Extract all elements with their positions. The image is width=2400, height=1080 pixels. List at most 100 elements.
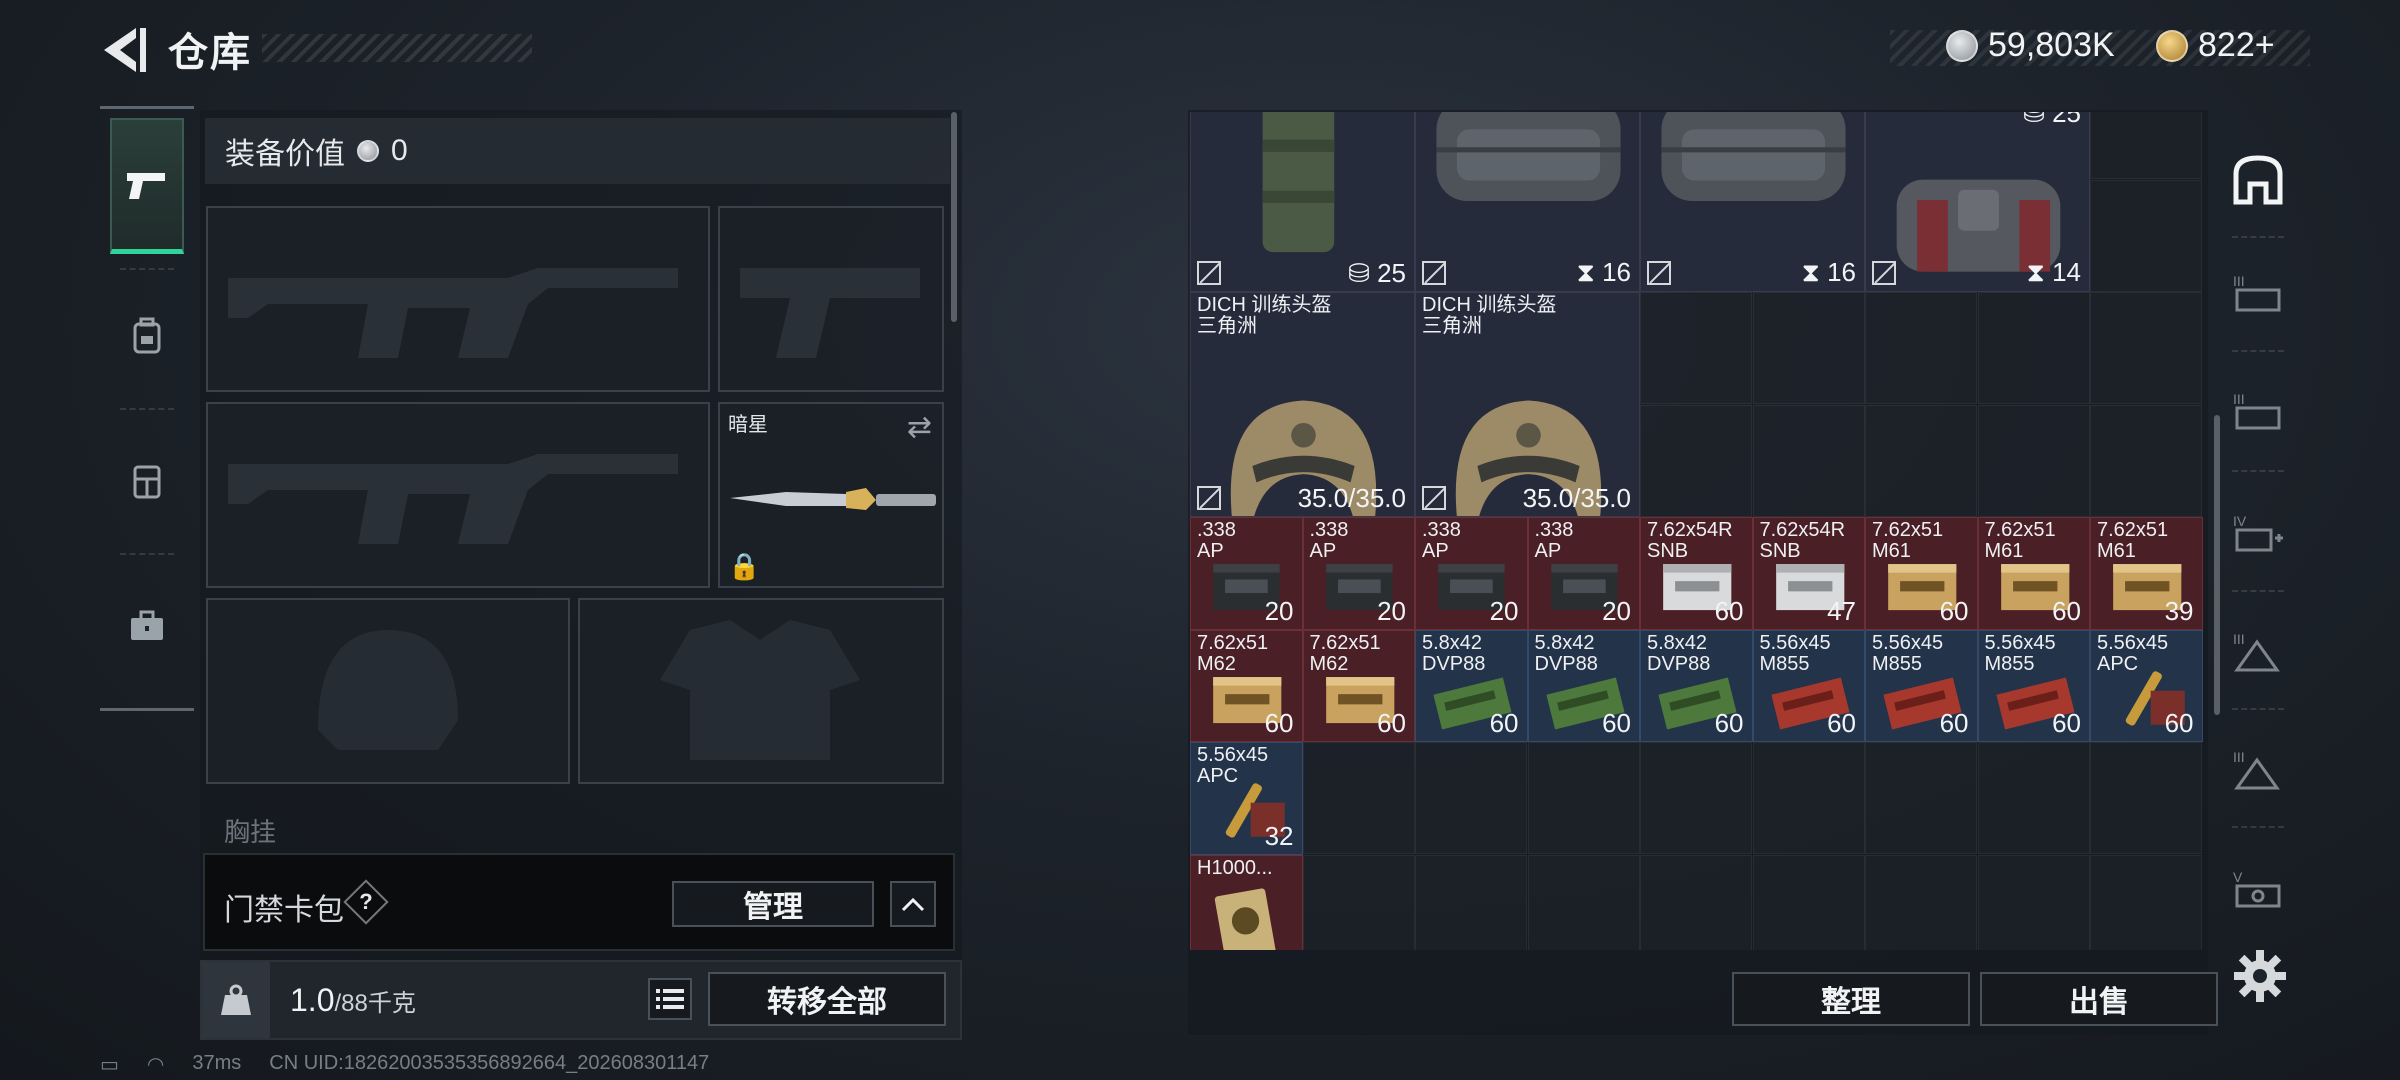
stash-cell[interactable] bbox=[2090, 742, 2202, 854]
ammo-item[interactable]: .338 AP 20 bbox=[1527, 517, 1640, 630]
tab-stash-3b[interactable]: III bbox=[2228, 380, 2288, 440]
ammo-item[interactable]: 7.62x51 M62 60 bbox=[1190, 629, 1303, 742]
tab-stash-3d[interactable]: III bbox=[2228, 738, 2288, 798]
stash-cell[interactable] bbox=[1302, 742, 1415, 854]
sell-button[interactable]: 出售 bbox=[1980, 972, 2218, 1026]
item-name: 7.62x54R SNB bbox=[1759, 519, 1846, 562]
tab-stash-3a[interactable]: III bbox=[2228, 262, 2288, 322]
keycard-item[interactable]: H1000... bbox=[1190, 854, 1303, 950]
weight-current: 1.0 bbox=[290, 982, 335, 1018]
stash-cell[interactable] bbox=[1752, 742, 1865, 854]
back-button[interactable] bbox=[96, 22, 152, 78]
svg-text:III: III bbox=[2233, 749, 2245, 765]
silver-coin-icon bbox=[357, 140, 379, 162]
gear-item[interactable]: 强袭战术背心 阿萨拉⧗ 14 bbox=[1865, 112, 2090, 292]
stash-cell[interactable] bbox=[1640, 292, 1752, 404]
sidearm-slot[interactable] bbox=[718, 206, 944, 392]
ammo-item[interactable]: .338 AP 20 bbox=[1190, 517, 1303, 630]
list-view-button[interactable] bbox=[648, 978, 692, 1020]
tab-stash-4[interactable]: IV bbox=[2228, 502, 2288, 562]
helmet-slot[interactable] bbox=[206, 598, 570, 784]
item-quantity: 35.0/35.0 bbox=[1522, 483, 1631, 513]
item-quantity: 60 bbox=[1827, 708, 1856, 738]
item-quantity: ⧗ 16 bbox=[1576, 257, 1631, 287]
tab-stash-main[interactable] bbox=[2228, 150, 2288, 210]
ammo-item[interactable]: 5.56x45 M855 60 bbox=[1977, 629, 2090, 742]
swap-icon[interactable]: ⇄ bbox=[907, 410, 932, 445]
ammo-item[interactable]: 7.62x54R SNB 47 bbox=[1752, 517, 1865, 630]
ammo-item[interactable]: 7.62x51 M62 60 bbox=[1302, 629, 1415, 742]
stash-cell[interactable] bbox=[1977, 742, 2090, 854]
ammo-item[interactable]: .338 AP 20 bbox=[1415, 517, 1528, 630]
stash-cell[interactable] bbox=[1752, 404, 1865, 517]
tab-weapons[interactable] bbox=[110, 118, 184, 254]
sort-button[interactable]: 整理 bbox=[1732, 972, 1970, 1026]
transfer-all-button[interactable]: 转移全部 bbox=[708, 972, 946, 1026]
collapse-button[interactable] bbox=[890, 881, 936, 927]
tab-stash-3c[interactable]: III bbox=[2228, 620, 2288, 680]
gear-item[interactable]: ⧗ 16 bbox=[1415, 112, 1640, 292]
stash-cell[interactable] bbox=[1752, 292, 1865, 404]
gear-item[interactable]: ⧗ 16 bbox=[1640, 112, 1865, 292]
stash-cell[interactable] bbox=[1977, 854, 2090, 950]
stash-cell[interactable] bbox=[2090, 292, 2202, 404]
stash-cell[interactable] bbox=[1640, 742, 1752, 854]
ammo-item[interactable]: 5.8x42 DVP88 60 bbox=[1415, 629, 1528, 742]
stash-cell[interactable] bbox=[2090, 854, 2202, 950]
melee-slot[interactable]: 暗星 ⇄ 🔒 bbox=[718, 402, 944, 588]
stash-cell[interactable] bbox=[1640, 404, 1752, 517]
ammo-item[interactable]: 5.56x45 M855 60 bbox=[1752, 629, 1865, 742]
ammo-item[interactable]: 5.8x42 DVP88 60 bbox=[1527, 629, 1640, 742]
stash-cell[interactable] bbox=[1865, 742, 1977, 854]
ammo-item[interactable]: 7.62x51 M61 39 bbox=[2090, 517, 2203, 630]
currency-gold[interactable]: 822+ bbox=[2156, 26, 2275, 65]
stash-cell[interactable] bbox=[2090, 404, 2202, 517]
stash-cell[interactable] bbox=[1752, 854, 1865, 950]
stash-cell[interactable] bbox=[1302, 854, 1415, 950]
stash-cell[interactable] bbox=[1865, 404, 1977, 517]
stash-cell[interactable] bbox=[1415, 742, 1527, 854]
body-armor-slot[interactable] bbox=[578, 598, 944, 784]
stash-cell[interactable] bbox=[2090, 179, 2202, 292]
tab-stash-5[interactable]: V bbox=[2228, 858, 2288, 918]
stash-cell[interactable] bbox=[1865, 292, 1977, 404]
tab-vest[interactable] bbox=[110, 413, 184, 549]
secondary-weapon-slot[interactable] bbox=[206, 402, 710, 588]
stash-cell[interactable] bbox=[1527, 854, 1640, 950]
ammo-item[interactable]: 7.62x51 M61 60 bbox=[1977, 517, 2090, 630]
stash-cell[interactable] bbox=[1640, 854, 1752, 950]
stash-scrollbar[interactable] bbox=[2214, 415, 2220, 715]
settings-button[interactable] bbox=[2232, 948, 2288, 1004]
stash-level-4-icon: IV bbox=[2233, 513, 2283, 552]
rail-separator bbox=[2232, 470, 2284, 472]
ammo-item[interactable]: 7.62x51 M61 60 bbox=[1865, 517, 1978, 630]
rail-separator bbox=[2232, 826, 2284, 828]
stash-cell[interactable] bbox=[2090, 112, 2202, 179]
gear-item[interactable]: DICH 训练头盔 三角洲 35.0/35.0 bbox=[1190, 292, 1415, 517]
item-name: 5.56x45 M855 bbox=[1759, 631, 1831, 675]
equipment-scrollbar[interactable] bbox=[951, 112, 957, 322]
stash-cell[interactable] bbox=[1415, 854, 1527, 950]
stash-cell[interactable] bbox=[1527, 742, 1640, 854]
ammo-item[interactable]: 5.56x45 APC 32 bbox=[1190, 742, 1303, 855]
backpack-icon bbox=[133, 317, 161, 354]
tab-case[interactable] bbox=[110, 558, 184, 694]
ammo-item[interactable]: 5.8x42 DVP88 60 bbox=[1640, 629, 1753, 742]
battery-icon: ▭ bbox=[100, 1054, 119, 1076]
item-name: 7.62x54R SNB bbox=[1647, 519, 1733, 562]
stash-cell[interactable] bbox=[1977, 292, 2090, 404]
ammo-item[interactable]: 5.56x45 M855 60 bbox=[1865, 629, 1978, 742]
ammo-item[interactable]: .338 AP 20 bbox=[1302, 517, 1415, 630]
primary-weapon-slot[interactable] bbox=[206, 206, 710, 392]
gear-item[interactable]: DICH 训练头盔 三角洲 35.0/35.0 bbox=[1415, 292, 1640, 517]
stash-cell[interactable] bbox=[1977, 404, 2090, 517]
ammo-item[interactable]: 7.62x54R SNB 60 bbox=[1640, 517, 1753, 630]
manage-button[interactable]: 管理 bbox=[672, 881, 874, 927]
stash-level-5-icon: V bbox=[2233, 869, 2281, 908]
weight-kg-icon bbox=[221, 984, 251, 1015]
list-icon bbox=[656, 989, 684, 1009]
ammo-item[interactable]: 5.56x45 APC 60 bbox=[2090, 629, 2203, 742]
gear-item[interactable]: ⛁ 25 bbox=[1190, 112, 1415, 292]
tab-backpack[interactable] bbox=[110, 268, 184, 404]
stash-cell[interactable] bbox=[1865, 854, 1977, 950]
